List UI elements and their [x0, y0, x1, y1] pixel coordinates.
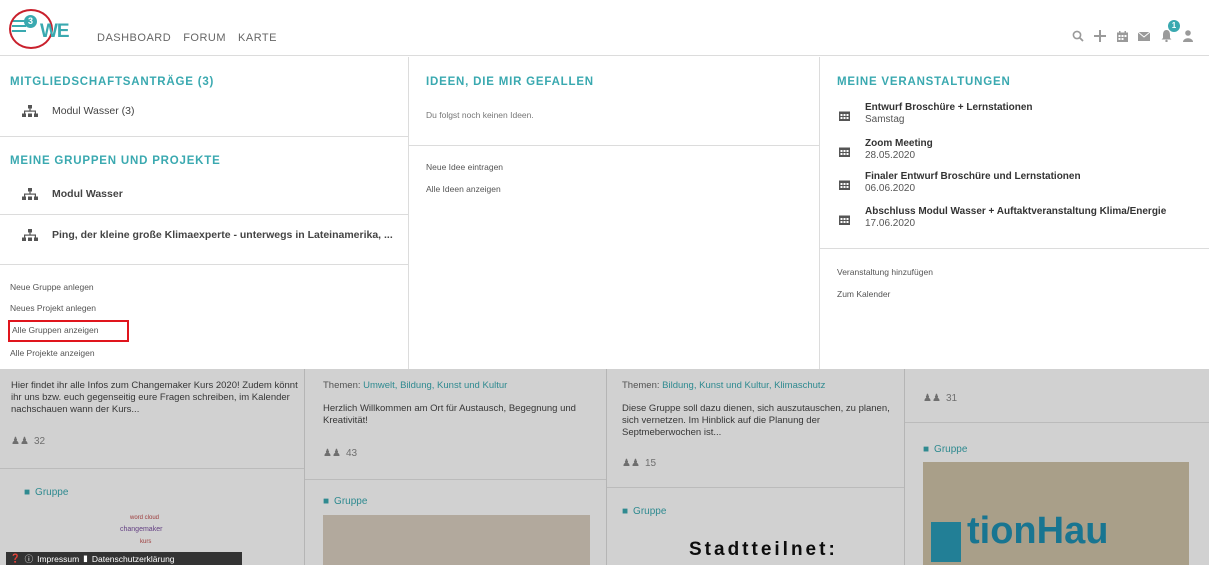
mail-icon[interactable] [1133, 27, 1155, 45]
no-ideas-message: Du folgst noch keinen Ideen. [426, 110, 534, 120]
card-themes: Themen: Umwelt, Bildung, Kunst und Kultu… [323, 380, 508, 391]
membership-request-label: Modul Wasser (3) [52, 105, 135, 117]
nav-forum[interactable]: FORUM [183, 32, 226, 44]
card-description: Hier findet ihr alle Infos zum Changemak… [11, 380, 298, 415]
membership-request-item[interactable]: Modul Wasser (3) [22, 105, 134, 117]
member-count: ♟♟ 32 [11, 436, 46, 447]
calendar-icon [839, 212, 851, 230]
all-ideas-link[interactable]: Alle Ideen anzeigen [426, 184, 501, 194]
calendar-icon[interactable] [1111, 27, 1133, 45]
svg-text:changemaker: changemaker [120, 526, 163, 533]
main-menu-dropdown: MITGLIEDSCHAFTSANTRÄGE (3) Modul Wasser … [0, 57, 1209, 369]
my-events-title: MEINE VERANSTALTUNGEN [837, 76, 1011, 88]
card-image-text: Stadtteilnet: [689, 539, 838, 560]
group-label: Modul Wasser [52, 188, 123, 200]
groups-column: MITGLIEDSCHAFTSANTRÄGE (3) Modul Wasser … [0, 57, 409, 369]
ideas-column: IDEEN, DIE MIR GEFALLEN Du folgst noch k… [409, 57, 820, 369]
nav-karte[interactable]: KARTE [238, 32, 277, 44]
user-icon[interactable] [1177, 27, 1199, 45]
event-title: Abschluss Modul Wasser + Auftaktveransta… [865, 206, 1167, 217]
add-event-link[interactable]: Veranstaltung hinzufügen [837, 267, 933, 277]
event-date: 06.06.2020 [865, 183, 916, 194]
event-title: Finaler Entwurf Broschüre und Lernstatio… [865, 171, 1081, 182]
group-icon: ■ [923, 444, 930, 455]
group-type-label: ■ Gruppe [622, 506, 667, 517]
member-count: ♟♟ 15 [622, 458, 657, 469]
nav-dashboard[interactable]: DASHBOARD [97, 32, 171, 44]
project-item[interactable]: Ping, der kleine große Klimaexperte - un… [22, 229, 393, 241]
group-item[interactable]: Modul Wasser [22, 188, 123, 200]
privacy-link[interactable]: Datenschutzerklärung [92, 554, 175, 564]
event-title: Zoom Meeting [865, 138, 933, 149]
bell-icon[interactable]: 1 [1155, 20, 1180, 45]
my-groups-title: MEINE GRUPPEN UND PROJEKTE [10, 155, 221, 167]
card-image [323, 515, 590, 565]
app-logo[interactable]: WE [40, 21, 70, 43]
group-type-label: ■ Gruppe [923, 444, 968, 455]
calendar-link[interactable]: Zum Kalender [837, 289, 890, 299]
card-description: Herzlich Willkommen am Ort für Austausch… [323, 403, 576, 426]
group-card[interactable]: Themen: Umwelt, Bildung, Kunst und Kultu… [305, 369, 607, 565]
group-card[interactable]: Themen: Bildung, Kunst und Kultur, Klima… [607, 369, 905, 565]
project-label: Ping, der kleine große Klimaexperte - un… [52, 229, 393, 241]
event-title: Entwurf Broschüre + Lernstationen [865, 102, 1033, 113]
members-icon: ♟♟ [923, 393, 941, 404]
new-group-link[interactable]: Neue Gruppe anlegen [10, 282, 94, 292]
group-card[interactable]: ■ Gruppe word cloud changemaker kurs [0, 469, 305, 565]
highlight-box-annotation [8, 320, 129, 342]
impressum-link[interactable]: Impressum [37, 554, 79, 564]
card-image: tionHau [923, 462, 1189, 565]
members-icon: ♟♟ [11, 436, 29, 447]
svg-text:kurs: kurs [140, 539, 151, 545]
group-type-label: ■ Gruppe [323, 496, 368, 507]
group-icon: ■ [622, 506, 629, 517]
group-icon [22, 229, 38, 241]
main-nav: DASHBOARD FORUM KARTE [97, 32, 277, 44]
event-item[interactable]: Zoom Meeting 28.05.2020 [839, 138, 933, 162]
search-icon[interactable] [1067, 27, 1089, 45]
event-date: 17.06.2020 [865, 218, 916, 229]
members-icon: ♟♟ [323, 448, 341, 459]
plus-icon[interactable] [1089, 27, 1111, 45]
calendar-icon [839, 177, 851, 195]
all-projects-link[interactable]: Alle Projekte anzeigen [10, 348, 95, 358]
new-project-link[interactable]: Neues Projekt anlegen [10, 303, 96, 313]
group-icon [22, 105, 38, 117]
event-item[interactable]: Entwurf Broschüre + Lernstationen Samstag [839, 102, 1033, 126]
event-date: Samstag [865, 114, 905, 125]
event-item[interactable]: Abschluss Modul Wasser + Auftaktveransta… [839, 206, 1166, 230]
group-icon: ■ [24, 487, 31, 498]
card-themes: Themen: Bildung, Kunst und Kultur, Klima… [622, 380, 826, 391]
calendar-icon [839, 108, 851, 126]
footer-bar: ❓ ⓘ Impressum ▮ Datenschutzerklärung [6, 552, 242, 565]
privacy-icon: ▮ [83, 553, 88, 563]
events-column: MEINE VERANSTALTUNGEN Entwurf Broschüre … [820, 57, 1209, 369]
group-icon: ■ [323, 496, 330, 507]
group-card[interactable]: ♟♟ 31 ■ Gruppe tionHau [905, 369, 1209, 565]
member-count: ♟♟ 31 [923, 393, 958, 404]
event-item[interactable]: Finaler Entwurf Broschüre und Lernstatio… [839, 171, 1081, 195]
group-type-label: ■ Gruppe [24, 487, 69, 498]
card-description: Diese Gruppe soll dazu dienen, sich ausz… [622, 403, 890, 438]
calendar-icon [839, 144, 851, 162]
group-cards-background: Hier findet ihr alle Infos zum Changemak… [0, 369, 1209, 565]
new-idea-link[interactable]: Neue Idee eintragen [426, 162, 503, 172]
membership-requests-title: MITGLIEDSCHAFTSANTRÄGE (3) [10, 76, 215, 88]
svg-text:word cloud: word cloud [129, 515, 159, 521]
top-icons: 1 [1067, 20, 1199, 45]
card-image: word cloud changemaker kurs [110, 507, 200, 557]
card-image-text: tionHau [967, 510, 1109, 552]
group-icon [22, 188, 38, 200]
event-date: 28.05.2020 [865, 150, 916, 161]
members-icon: ♟♟ [622, 458, 640, 469]
info-icon[interactable]: ⓘ [25, 553, 34, 565]
liked-ideas-title: IDEEN, DIE MIR GEFALLEN [426, 76, 594, 88]
top-navigation-bar: 3 WE DASHBOARD FORUM KARTE 1 [0, 0, 1209, 56]
help-icon[interactable]: ❓ [10, 553, 21, 564]
member-count: ♟♟ 43 [323, 448, 358, 459]
